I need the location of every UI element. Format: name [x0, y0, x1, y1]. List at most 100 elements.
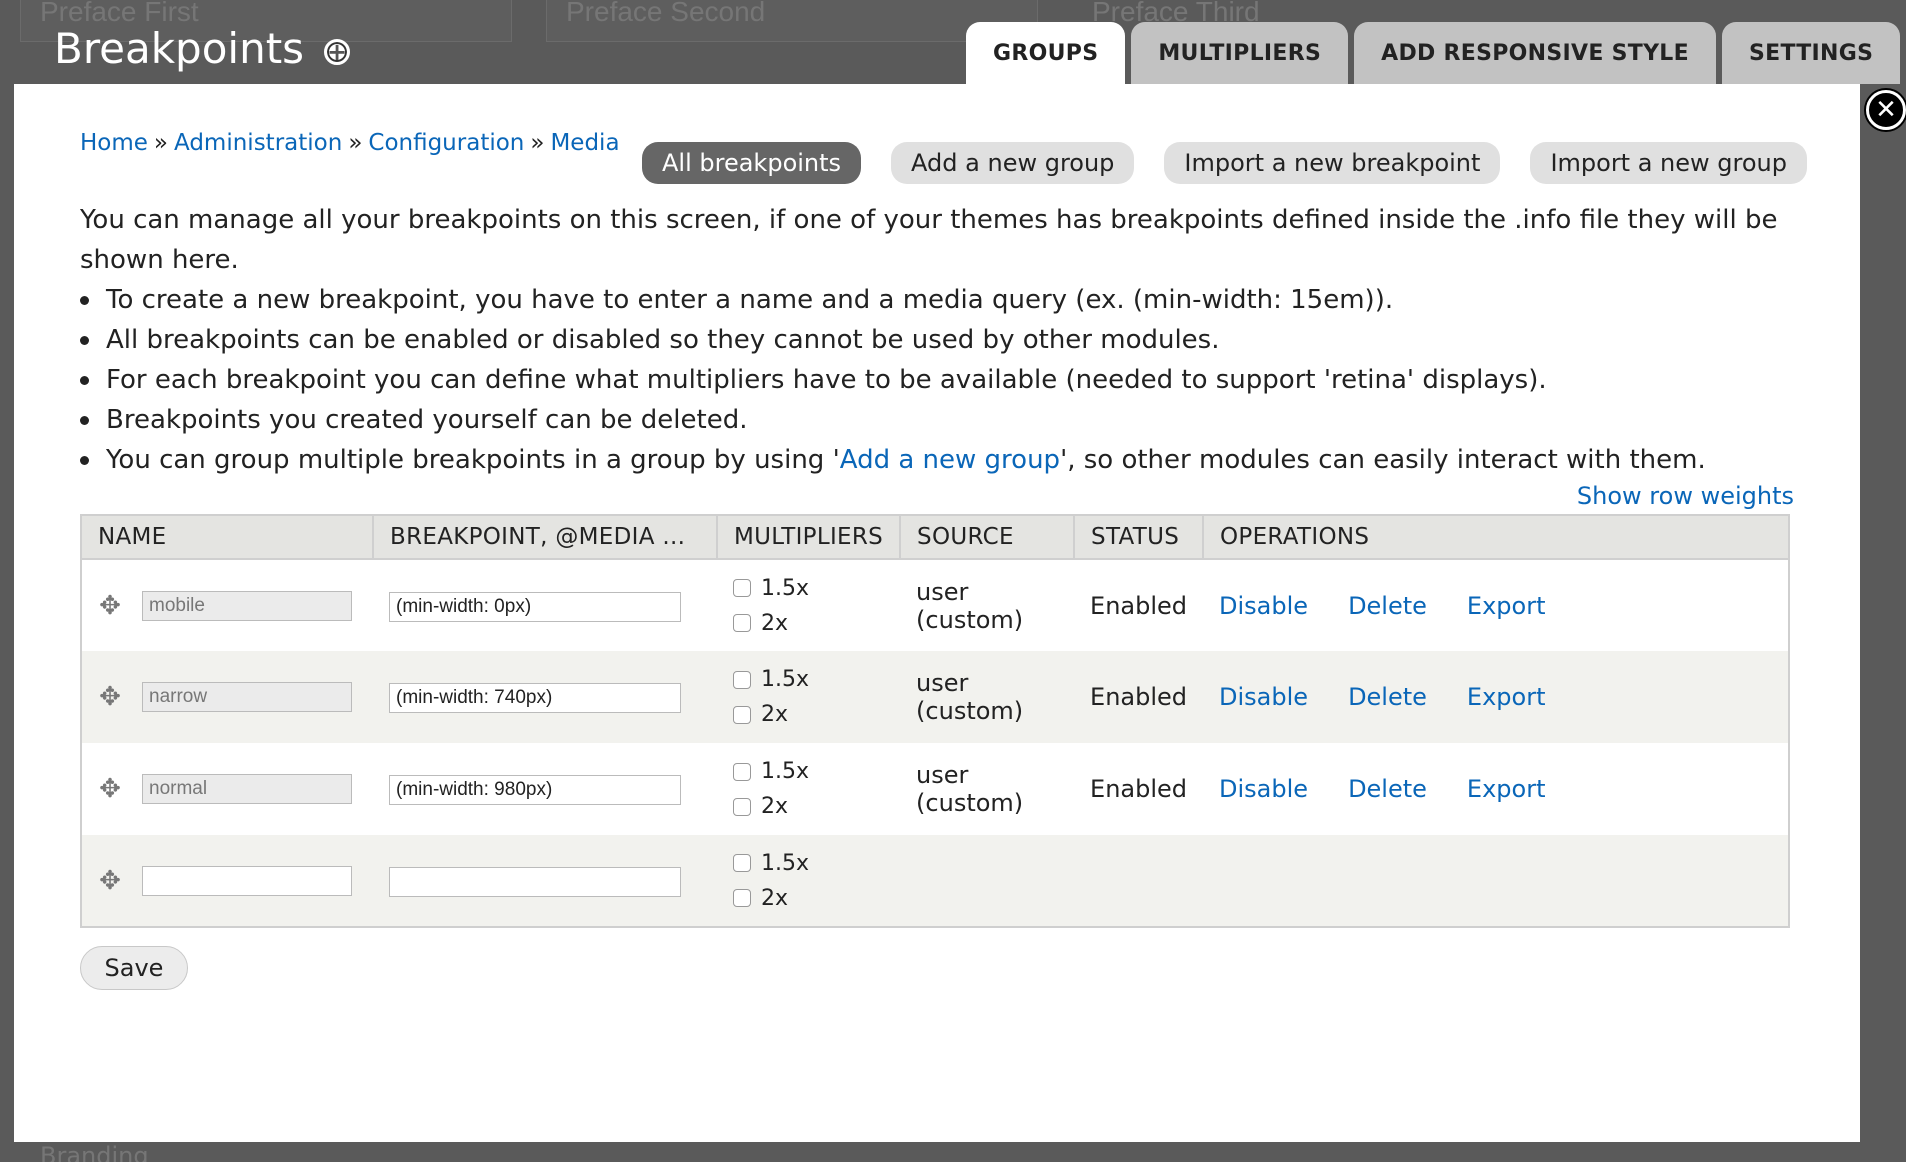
new-media-query-field[interactable] — [389, 866, 681, 897]
multiplier-label: 1.5x — [761, 850, 810, 876]
breadcrumb-administration[interactable]: Administration — [174, 130, 342, 156]
help-bullet-prefix: You can group multiple breakpoints in a … — [106, 445, 840, 475]
show-row-weights-link[interactable]: Show row weights — [1577, 482, 1794, 510]
breadcrumb-configuration[interactable]: Configuration — [368, 130, 524, 156]
name-cell: ✥ — [81, 743, 373, 835]
multiplier-option[interactable]: 2x — [733, 886, 884, 911]
plus-circle-icon[interactable]: + — [324, 38, 351, 65]
multipliers-cell: 1.5x 2x — [717, 651, 901, 743]
operations: Disable Delete Export — [1219, 592, 1772, 620]
drag-handle-icon[interactable]: ✥ — [98, 593, 122, 619]
multiplier-options: 1.5x 2x — [733, 667, 884, 727]
delete-link[interactable]: Delete — [1348, 775, 1427, 803]
help-list: To create a new breakpoint, you have to … — [80, 280, 1780, 480]
add-new-group-link[interactable]: Add a new group — [840, 445, 1060, 475]
export-link[interactable]: Export — [1467, 683, 1546, 711]
media-query-field[interactable] — [389, 683, 681, 713]
breadcrumb-separator: » — [348, 130, 363, 156]
breakpoint-name-field — [142, 590, 352, 621]
source-cell: user (custom) — [900, 559, 1075, 651]
bg-label-branding: Branding — [40, 1142, 149, 1162]
export-link[interactable]: Export — [1467, 592, 1546, 620]
source-cell: user (custom) — [900, 651, 1075, 743]
media-cell — [373, 559, 717, 651]
multiplier-checkbox[interactable] — [733, 670, 751, 689]
help-bullet: Breakpoints you created yourself can be … — [80, 400, 1780, 440]
tab-add-responsive-style[interactable]: ADD RESPONSIVE STYLE — [1354, 22, 1716, 84]
multiplier-option[interactable]: 1.5x — [733, 576, 884, 601]
multiplier-option[interactable]: 1.5x — [733, 759, 884, 784]
help-text: You can manage all your breakpoints on t… — [80, 200, 1780, 480]
name-cell: ✥ — [81, 651, 373, 743]
overlay-modal: Home» Administration» Configuration» Media … — [14, 84, 1860, 1142]
delete-link[interactable]: Delete — [1348, 683, 1427, 711]
column-header-status: STATUS — [1074, 515, 1205, 560]
tab-settings[interactable]: SETTINGS — [1721, 22, 1901, 84]
disable-link[interactable]: Disable — [1219, 592, 1308, 620]
close-icon[interactable]: ✕ — [1866, 90, 1906, 130]
media-cell — [373, 835, 717, 927]
breadcrumb-home[interactable]: Home — [80, 130, 148, 156]
drag-handle-icon[interactable]: ✥ — [98, 776, 122, 802]
column-header-name: NAME — [81, 515, 374, 560]
help-bullet-suffix: ', so other modules can easily interact … — [1060, 445, 1706, 475]
disable-link[interactable]: Disable — [1219, 683, 1308, 711]
multiplier-checkbox[interactable] — [733, 705, 751, 724]
help-bullet: To create a new breakpoint, you have to … — [80, 280, 1780, 320]
multiplier-options: 1.5x 2x — [733, 851, 884, 911]
multiplier-checkbox[interactable] — [733, 579, 751, 597]
multiplier-label: 1.5x — [761, 667, 810, 692]
multiplier-option[interactable]: 1.5x — [733, 851, 884, 876]
multipliers-cell: 1.5x 2x — [717, 743, 901, 835]
table-row-new: ✥ 1.5x 2x — [81, 835, 1789, 927]
multiplier-label: 2x — [761, 885, 789, 911]
column-header-source: SOURCE — [900, 515, 1076, 560]
multiplier-option[interactable]: 2x — [733, 611, 884, 636]
help-paragraph: You can manage all your breakpoints on t… — [80, 205, 1778, 275]
all-breakpoints-button[interactable]: All breakpoints — [642, 142, 862, 184]
export-link[interactable]: Export — [1467, 775, 1546, 803]
multiplier-option[interactable]: 2x — [733, 702, 884, 727]
table-row: ✥ 1.5x 2x user (custom) Enabled Disable — [81, 559, 1789, 651]
multiplier-checkbox[interactable] — [733, 614, 751, 632]
multipliers-cell: 1.5x 2x — [717, 559, 901, 651]
breadcrumb: Home» Administration» Configuration» Media — [80, 130, 620, 156]
media-query-field[interactable] — [389, 591, 681, 622]
multiplier-checkbox[interactable] — [733, 889, 751, 907]
breadcrumb-separator: » — [530, 130, 545, 156]
multiplier-option[interactable]: 1.5x — [733, 667, 884, 692]
tab-multipliers[interactable]: MULTIPLIERS — [1131, 22, 1349, 84]
multiplier-checkbox[interactable] — [733, 797, 751, 816]
add-new-group-button[interactable]: Add a new group — [891, 142, 1135, 184]
breadcrumb-media[interactable]: Media — [550, 130, 619, 156]
status-cell: Enabled — [1074, 743, 1204, 835]
multiplier-options: 1.5x 2x — [733, 576, 884, 636]
multiplier-checkbox[interactable] — [733, 854, 751, 872]
overlay-tabs: GROUPS MULTIPLIERS ADD RESPONSIVE STYLE … — [966, 22, 1901, 84]
tab-groups[interactable]: GROUPS — [966, 22, 1126, 84]
help-bullet: All breakpoints can be enabled or disabl… — [80, 320, 1780, 360]
media-query-field[interactable] — [389, 775, 681, 805]
disable-link[interactable]: Disable — [1219, 775, 1308, 803]
overlay-title: Breakpoints + — [54, 24, 351, 73]
drag-cell: ✥ — [98, 774, 357, 804]
multiplier-option[interactable]: 2x — [733, 794, 884, 819]
drag-handle-icon[interactable]: ✥ — [98, 868, 122, 894]
operations-cell — [1203, 835, 1789, 927]
save-button[interactable]: Save — [80, 946, 188, 990]
import-new-breakpoint-button[interactable]: Import a new breakpoint — [1164, 142, 1501, 184]
multiplier-label: 2x — [761, 610, 789, 636]
drag-handle-icon[interactable]: ✥ — [98, 684, 122, 710]
help-bullet: You can group multiple breakpoints in a … — [80, 440, 1780, 480]
status-cell: Enabled — [1074, 559, 1204, 651]
drag-cell: ✥ — [98, 590, 357, 621]
multiplier-label: 2x — [761, 702, 789, 727]
multiplier-options: 1.5x 2x — [733, 759, 884, 819]
multiplier-checkbox[interactable] — [733, 762, 751, 781]
table-header-row: NAME BREAKPOINT, @MEDIA ... MULTIPLIERS … — [81, 515, 1789, 560]
help-bullet: For each breakpoint you can define what … — [80, 360, 1780, 400]
new-breakpoint-name-field[interactable] — [142, 865, 352, 896]
table-row: ✥ 1.5x 2x user (custom) Enabled Disable — [81, 651, 1789, 743]
delete-link[interactable]: Delete — [1348, 592, 1427, 620]
import-new-group-button[interactable]: Import a new group — [1530, 142, 1807, 184]
